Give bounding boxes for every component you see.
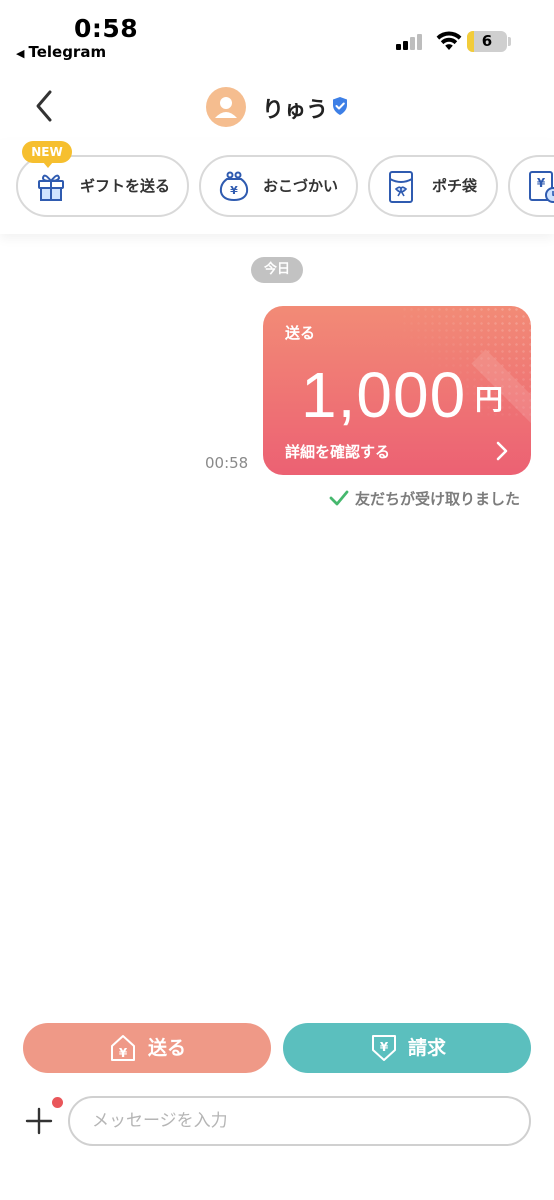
battery-icon: 6 xyxy=(467,31,507,52)
battery-cap xyxy=(508,37,511,46)
svg-text:¥: ¥ xyxy=(380,1040,389,1054)
back-triangle-icon: ◀ xyxy=(16,47,25,60)
view-details-link[interactable]: 詳細を確認する xyxy=(285,441,390,462)
svg-text:¥: ¥ xyxy=(537,176,546,190)
transfer-amount: 1,000 xyxy=(301,359,467,431)
chevron-left-icon xyxy=(36,90,52,122)
received-status-text: 友だちが受け取りました xyxy=(355,490,521,508)
chip-label: ポチ袋 xyxy=(432,177,478,195)
return-to-app-link[interactable]: ◀ Telegram xyxy=(16,43,106,61)
allowance-chip[interactable]: ¥ おこづかい xyxy=(199,155,358,217)
checkmark-icon xyxy=(329,490,349,506)
new-badge: NEW xyxy=(22,141,72,168)
date-separator: 今日 xyxy=(251,257,303,283)
transfer-currency: 円 xyxy=(475,383,504,416)
battery-level: 6 xyxy=(481,32,493,50)
message-time: 00:58 xyxy=(205,454,249,472)
contact-name: りゅう xyxy=(262,98,329,123)
request-money-button[interactable]: ¥ 請求 xyxy=(283,1023,531,1073)
svg-text:¥: ¥ xyxy=(230,184,238,197)
chip-label: ギフトを送る xyxy=(80,177,171,195)
return-app-label: Telegram xyxy=(28,43,107,61)
notification-dot xyxy=(52,1097,63,1108)
send-button-label: 送る xyxy=(148,1037,187,1059)
status-time: 0:58 xyxy=(74,14,139,43)
send-money-button[interactable]: ¥ 送る xyxy=(23,1023,271,1073)
attach-plus-button[interactable] xyxy=(22,1104,56,1138)
svg-text:¥: ¥ xyxy=(119,1046,128,1060)
cellular-signal-icon xyxy=(396,34,426,50)
person-icon xyxy=(215,97,237,118)
gift-icon xyxy=(38,174,64,201)
status-bar: 0:58 ◀ Telegram 6 xyxy=(0,0,554,66)
send-gift-chip[interactable]: ギフトを送る xyxy=(16,155,189,217)
avatar[interactable] xyxy=(206,87,246,127)
message-input[interactable] xyxy=(68,1096,531,1146)
envelope-chip[interactable]: ポチ袋 xyxy=(368,155,498,217)
transfer-card[interactable]: 送る 1,000 円 詳細を確認する xyxy=(263,306,531,475)
chip-label: おこづかい xyxy=(263,177,339,195)
verified-badge-icon xyxy=(333,97,347,115)
plus-icon xyxy=(25,1107,53,1135)
quick-actions-bar: ギフトを送る ¥ おこづかい ポチ袋 ¥ xyxy=(0,140,554,234)
received-status: 友だちが受け取りました xyxy=(329,488,520,509)
coin-purse-icon: ¥ xyxy=(219,171,249,202)
wifi-icon xyxy=(436,31,462,50)
back-button[interactable] xyxy=(28,86,62,126)
send-yen-icon: ¥ xyxy=(111,1035,135,1061)
request-yen-icon: ¥ xyxy=(372,1035,396,1061)
scheduled-transfer-chip[interactable]: ¥ xyxy=(508,155,554,217)
scheduled-yen-icon: ¥ xyxy=(529,171,554,203)
chevron-right-icon xyxy=(496,441,508,461)
request-button-label: 請求 xyxy=(408,1037,447,1059)
transfer-type: 送る xyxy=(285,324,316,342)
envelope-icon xyxy=(389,171,413,203)
